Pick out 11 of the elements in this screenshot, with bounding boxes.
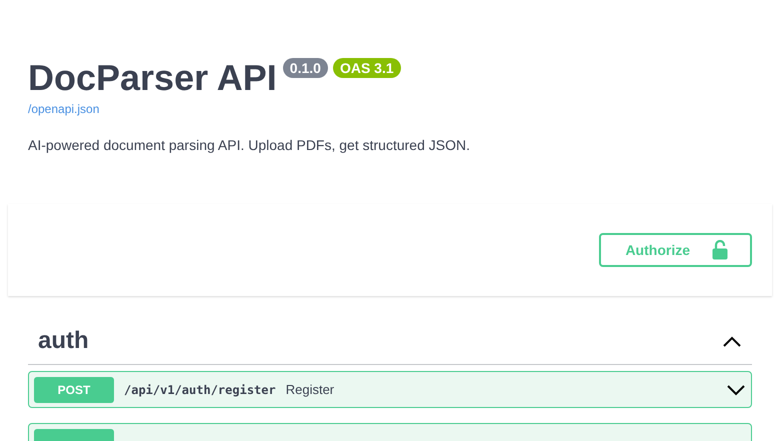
endpoint-summary: Register: [286, 382, 336, 397]
tag-heading[interactable]: auth: [38, 327, 89, 355]
api-title: DocParser API: [28, 56, 277, 100]
operation-row[interactable]: POST /api/v1/auth/register Register: [28, 371, 752, 408]
spec-version-badge: OAS 3.1: [332, 58, 401, 78]
method-badge: POST: [34, 376, 114, 402]
chevron-down-icon[interactable]: [726, 384, 746, 396]
api-description: AI-powered document parsing API. Upload PDFs, get structured JSON.: [28, 137, 471, 153]
endpoint-path: /api/v1/auth/register: [124, 382, 276, 396]
chevron-up-icon[interactable]: [722, 335, 742, 347]
version-badge: 0.1.0: [282, 58, 328, 78]
